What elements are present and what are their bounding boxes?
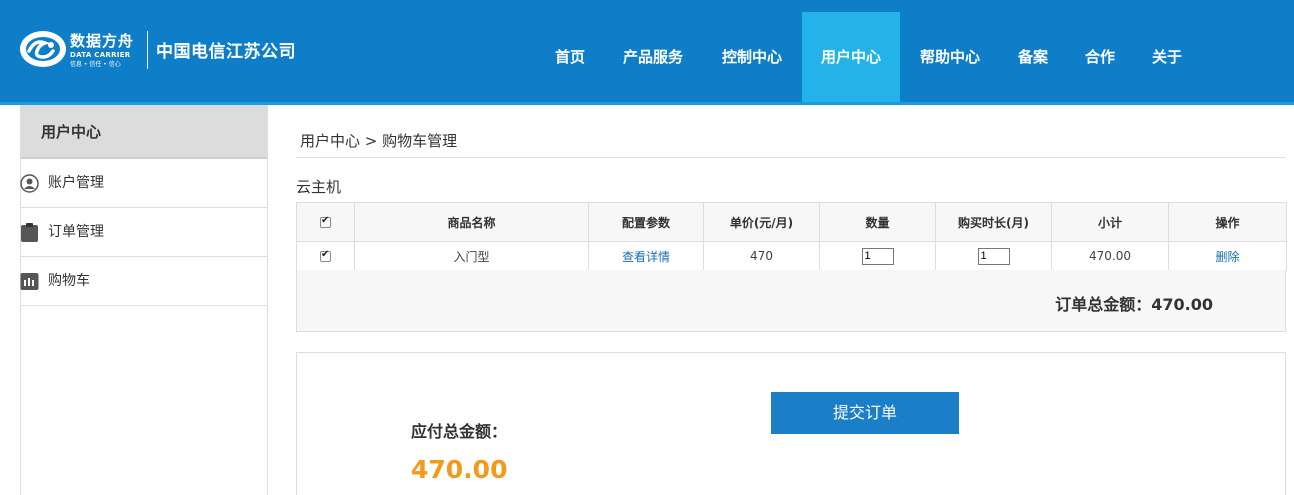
brand-slogan: 信息 • 信任 • 信心 xyxy=(70,61,121,68)
brand-text: 数据方舟 DATA CARRIER 信息 • 信任 • 信心 xyxy=(70,33,134,69)
column-header: 商品名称 xyxy=(354,202,589,242)
column-header: 小计 xyxy=(1051,202,1169,242)
table-row: 入门型 查看详情 470 470.00 删除 xyxy=(296,241,1287,271)
nav-item-cooperation[interactable]: 合作 xyxy=(1075,12,1125,102)
cart-icon xyxy=(20,273,39,290)
company-name: 中国电信江苏公司 xyxy=(156,42,296,62)
product-name: 入门型 xyxy=(354,241,589,271)
subtotal: 470.00 xyxy=(1051,241,1169,271)
nav-item-products[interactable]: 产品服务 xyxy=(612,12,694,102)
nav-item-help-center[interactable]: 帮助中心 xyxy=(909,12,991,102)
quantity-cell xyxy=(819,241,936,271)
payable-amount: 470.00 xyxy=(411,455,508,484)
sidebar-item-label: 账户管理 xyxy=(48,175,104,191)
order-total: 订单总金额：470.00 xyxy=(1055,295,1213,314)
sidebar-item-account[interactable]: 账户管理 xyxy=(20,159,267,208)
delete-link[interactable]: 删除 xyxy=(1215,250,1239,264)
row-select-cell xyxy=(296,241,355,271)
breadcrumb: 用户中心 > 购物车管理 xyxy=(300,132,458,150)
quantity-input[interactable] xyxy=(861,247,894,265)
unit-price: 470 xyxy=(703,241,820,271)
table-header-row: 商品名称 配置参数 单价(元/月) 数量 购买时长(月) 小计 操作 xyxy=(296,202,1287,242)
submit-order-button[interactable]: 提交订单 xyxy=(771,392,959,434)
view-details-link[interactable]: 查看详情 xyxy=(622,250,670,264)
column-header: 操作 xyxy=(1168,202,1287,242)
cart-table: 商品名称 配置参数 单价(元/月) 数量 购买时长(月) 小计 操作 入门型 查… xyxy=(296,202,1287,271)
nav-item-control-center[interactable]: 控制中心 xyxy=(711,12,793,102)
sidebar-item-cart[interactable]: 购物车 xyxy=(20,257,267,306)
payable-label: 应付总金额： xyxy=(411,422,508,441)
user-icon xyxy=(20,174,39,193)
sidebar: 用户中心 账户管理 订单管理 购物车 xyxy=(20,105,268,495)
nav-item-user-center[interactable]: 用户中心 xyxy=(802,12,900,102)
clipboard-icon xyxy=(21,223,38,242)
sidebar-item-orders[interactable]: 订单管理 xyxy=(21,208,267,257)
sidebar-title: 用户中心 xyxy=(21,105,267,159)
nav-item-about[interactable]: 关于 xyxy=(1142,12,1192,102)
brand-name-cn: 数据方舟 xyxy=(70,32,135,50)
row-checkbox[interactable] xyxy=(320,249,331,262)
order-total-bar: 订单总金额：470.00 xyxy=(296,270,1286,332)
sidebar-item-label: 购物车 xyxy=(48,273,90,289)
column-header: 购买时长(月) xyxy=(935,202,1052,242)
nav-item-home[interactable]: 首页 xyxy=(539,12,601,102)
config-cell: 查看详情 xyxy=(588,241,704,271)
duration-input[interactable] xyxy=(977,247,1010,265)
column-header: 数量 xyxy=(819,202,936,242)
logo-divider xyxy=(147,31,148,69)
select-all-cell xyxy=(296,202,355,242)
data-carrier-logo-icon[interactable] xyxy=(19,29,67,69)
nav-item-filing[interactable]: 备案 xyxy=(1008,12,1058,102)
sidebar-item-label: 订单管理 xyxy=(48,224,104,240)
top-header: 数据方舟 DATA CARRIER 信息 • 信任 • 信心 中国电信江苏公司 … xyxy=(0,0,1294,102)
payment-panel: 应付总金额： 470.00 提交订单 xyxy=(296,352,1286,495)
brand-name-en: DATA CARRIER xyxy=(70,51,131,59)
duration-cell xyxy=(935,241,1052,271)
column-header: 配置参数 xyxy=(588,202,704,242)
select-all-checkbox[interactable] xyxy=(320,215,331,228)
breadcrumb-divider xyxy=(296,157,1286,158)
column-header: 单价(元/月) xyxy=(703,202,820,242)
action-cell: 删除 xyxy=(1168,241,1287,271)
section-title: 云主机 xyxy=(296,178,342,196)
